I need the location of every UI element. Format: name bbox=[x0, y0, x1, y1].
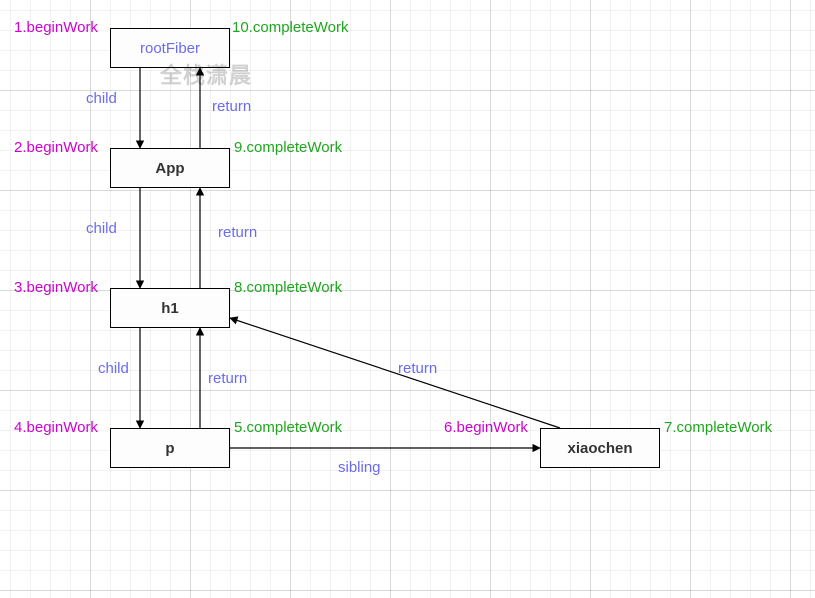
edge-label-child-3: child bbox=[98, 360, 129, 377]
edge-label-child-1: child bbox=[86, 90, 117, 107]
label-completework-9: 9.completeWork bbox=[234, 139, 342, 156]
label-beginwork-2: 2.beginWork bbox=[14, 139, 98, 156]
node-p: p bbox=[110, 428, 230, 468]
node-app: App bbox=[110, 148, 230, 188]
edge-label-return-2: return bbox=[218, 224, 257, 241]
label-beginwork-1: 1.beginWork bbox=[14, 19, 98, 36]
edge-label-child-2: child bbox=[86, 220, 117, 237]
label-beginwork-3: 3.beginWork bbox=[14, 279, 98, 296]
label-completework-8: 8.completeWork bbox=[234, 279, 342, 296]
edge-label-return-1: return bbox=[212, 98, 251, 115]
node-h1: h1 bbox=[110, 288, 230, 328]
node-xiaochen: xiaochen bbox=[540, 428, 660, 468]
node-rootfiber: rootFiber bbox=[110, 28, 230, 68]
edge-label-sibling: sibling bbox=[338, 459, 381, 476]
label-completework-7: 7.completeWork bbox=[664, 419, 772, 436]
label-beginwork-6: 6.beginWork bbox=[444, 419, 528, 436]
edge-label-return-4: return bbox=[398, 360, 437, 377]
label-beginwork-4: 4.beginWork bbox=[14, 419, 98, 436]
label-completework-10: 10.completeWork bbox=[232, 19, 348, 36]
edge-label-return-3: return bbox=[208, 370, 247, 387]
label-completework-5: 5.completeWork bbox=[234, 419, 342, 436]
